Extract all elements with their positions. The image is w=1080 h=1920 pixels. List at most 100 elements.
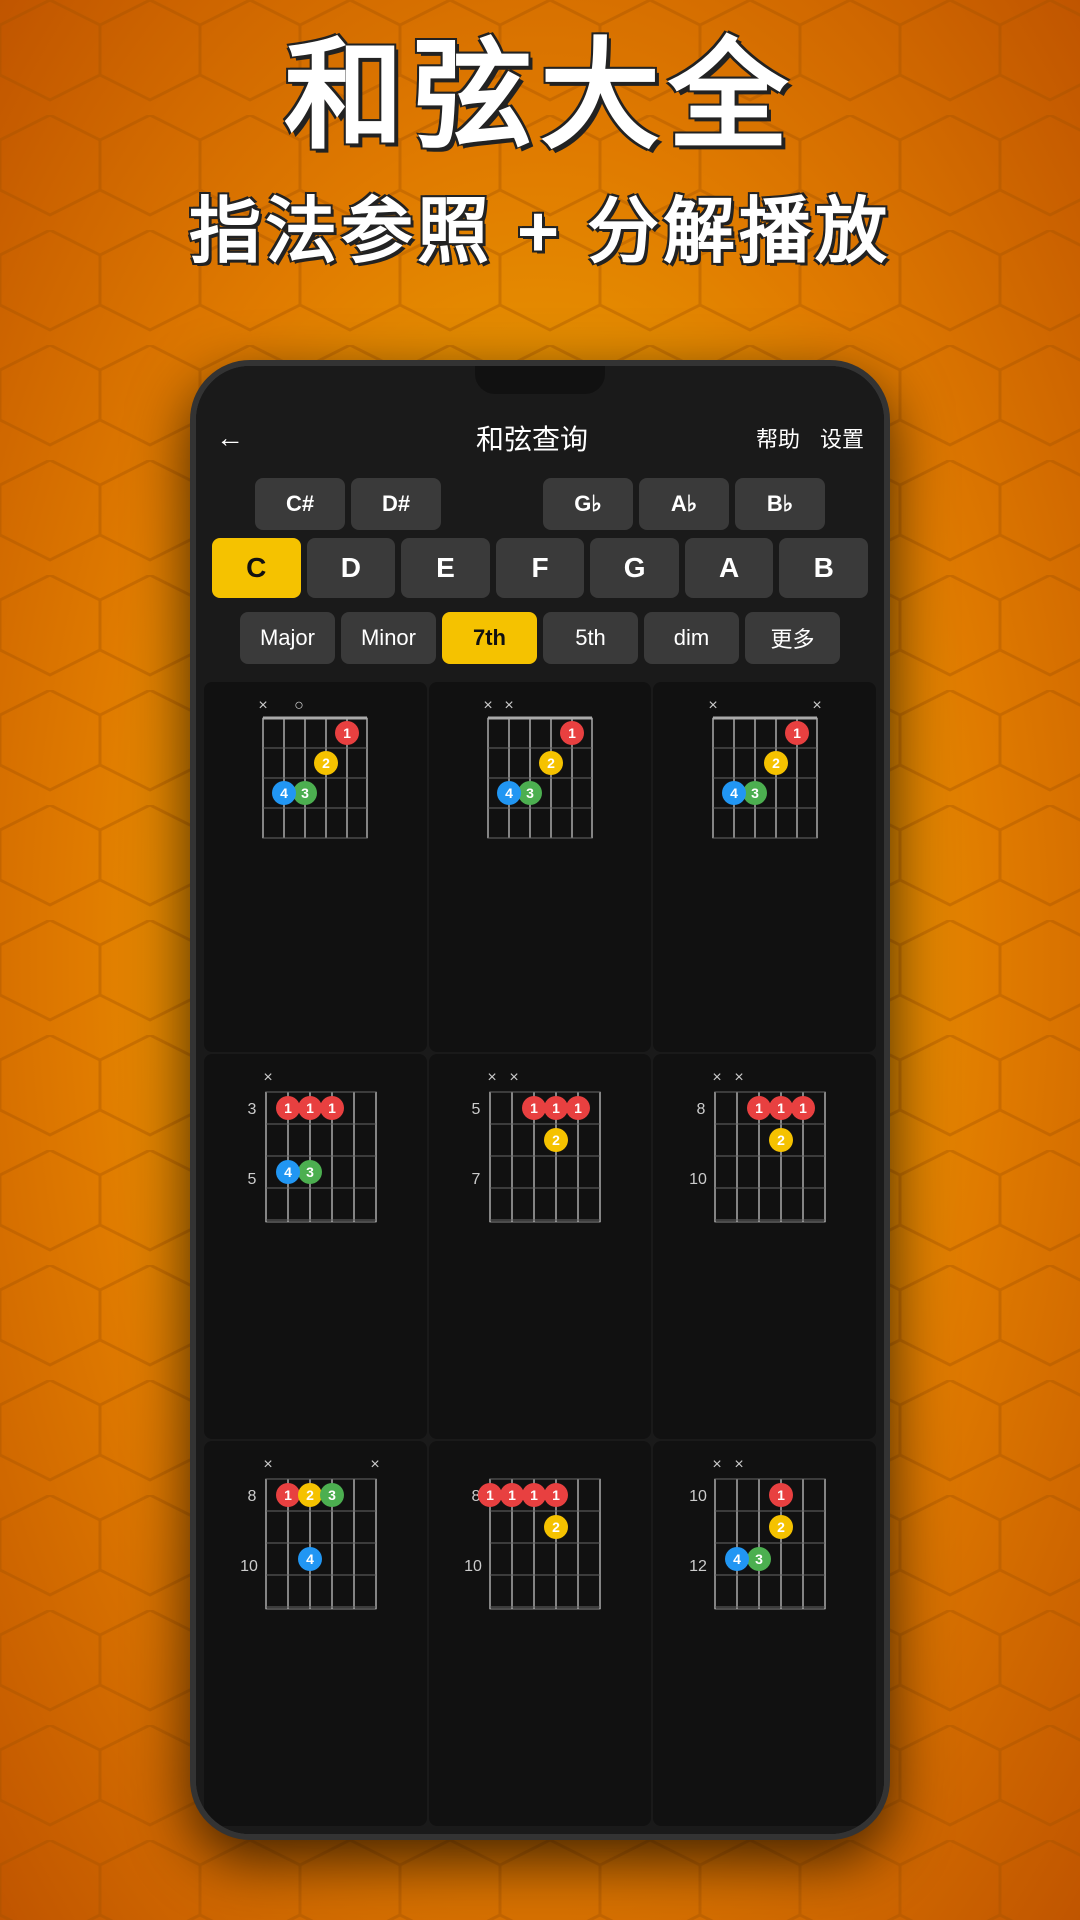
svg-text:2: 2 [553, 1519, 561, 1535]
svg-text:10: 10 [689, 1171, 707, 1188]
svg-text:5: 5 [247, 1171, 256, 1188]
svg-text:×: × [708, 697, 717, 714]
svg-text:1: 1 [487, 1487, 495, 1503]
svg-text:×: × [263, 1069, 272, 1086]
type-major[interactable]: Major [240, 612, 335, 664]
app-title: 和弦大全 [0, 30, 1080, 162]
svg-text:5: 5 [472, 1101, 481, 1118]
chord-card-2[interactable]: × × 1 [429, 682, 652, 1052]
key-f[interactable]: F [496, 538, 585, 598]
chord-card-1[interactable]: × ○ [204, 682, 427, 1052]
svg-text:1: 1 [531, 1487, 539, 1503]
key-g[interactable]: G [590, 538, 679, 598]
svg-text:1: 1 [284, 1487, 292, 1503]
svg-text:×: × [488, 1069, 497, 1086]
svg-text:8: 8 [247, 1488, 256, 1505]
svg-text:4: 4 [505, 785, 513, 801]
svg-text:3: 3 [301, 785, 309, 801]
chord-diagram-3: × × 1 [695, 690, 835, 860]
svg-text:×: × [259, 697, 268, 714]
svg-text:7: 7 [472, 1171, 481, 1188]
chord-card-7[interactable]: × × 8 10 [204, 1441, 427, 1826]
sharp-flat-key-row: C# D# G♭ A♭ B♭ [196, 470, 884, 534]
svg-text:2: 2 [777, 1519, 785, 1535]
svg-text:3: 3 [526, 785, 534, 801]
back-button[interactable]: ← [216, 422, 244, 454]
key-d[interactable]: D [307, 538, 396, 598]
nav-title: 和弦查询 [260, 418, 804, 458]
svg-text:10: 10 [689, 1488, 707, 1505]
navigation-bar: ← 和弦查询 帮助 设置 [196, 406, 884, 470]
key-a-flat[interactable]: A♭ [639, 478, 729, 530]
svg-text:×: × [263, 1456, 272, 1473]
chord-diagram-8: 8 10 1 [462, 1449, 617, 1634]
svg-text:4: 4 [284, 1164, 292, 1180]
chord-diagram-2: × × 1 [470, 690, 610, 860]
svg-text:3: 3 [247, 1101, 256, 1118]
type-more[interactable]: 更多 [745, 612, 840, 664]
svg-text:×: × [734, 1456, 743, 1473]
svg-text:×: × [812, 697, 821, 714]
help-button[interactable]: 帮助 [756, 422, 800, 454]
app-screen: ← 和弦查询 帮助 设置 C# D# G♭ A♭ B♭ C D E [196, 366, 884, 1834]
svg-text:1: 1 [777, 1100, 785, 1116]
chord-card-5[interactable]: × × 5 7 [429, 1054, 652, 1439]
svg-text:1: 1 [575, 1100, 583, 1116]
svg-text:4: 4 [280, 785, 288, 801]
key-g-flat[interactable]: G♭ [543, 478, 633, 530]
svg-text:4: 4 [733, 1551, 741, 1567]
svg-text:3: 3 [755, 1551, 763, 1567]
svg-text:3: 3 [751, 785, 759, 801]
svg-text:×: × [504, 697, 513, 714]
chord-diagram-1: × ○ [245, 690, 385, 860]
svg-text:1: 1 [509, 1487, 517, 1503]
phone-shell: ← 和弦查询 帮助 设置 C# D# G♭ A♭ B♭ C D E [190, 360, 890, 1840]
chord-card-6[interactable]: × × 8 10 [653, 1054, 876, 1439]
top-text-area: 和弦大全 指法参照 + 分解播放 [0, 30, 1080, 277]
svg-text:1: 1 [343, 725, 351, 741]
svg-text:○: ○ [294, 697, 304, 714]
key-c[interactable]: C [212, 538, 301, 598]
svg-text:2: 2 [306, 1487, 314, 1503]
svg-text:2: 2 [772, 755, 780, 771]
chord-diagram-4: × 3 5 [238, 1062, 393, 1247]
chord-diagram-9: × × 10 1 2 [687, 1449, 842, 1634]
chord-diagram-5: × × 5 7 [462, 1062, 617, 1247]
key-e[interactable]: E [401, 538, 490, 598]
svg-text:×: × [712, 1069, 721, 1086]
key-b-flat[interactable]: B♭ [735, 478, 825, 530]
type-dim[interactable]: dim [644, 612, 739, 664]
chord-card-8[interactable]: 8 10 1 [429, 1441, 652, 1826]
nav-actions: 帮助 设置 [756, 422, 864, 454]
chord-type-row: Major Minor 7th 5th dim 更多 [196, 606, 884, 674]
svg-text:2: 2 [553, 1132, 561, 1148]
svg-text:1: 1 [568, 725, 576, 741]
settings-button[interactable]: 设置 [820, 422, 864, 454]
svg-text:1: 1 [284, 1100, 292, 1116]
chord-card-9[interactable]: × × 10 1 2 [653, 1441, 876, 1826]
key-a[interactable]: A [685, 538, 774, 598]
key-c-sharp[interactable]: C# [255, 478, 345, 530]
app-subtitle: 指法参照 + 分解播放 [0, 172, 1080, 277]
key-b[interactable]: B [779, 538, 868, 598]
key-d-sharp[interactable]: D# [351, 478, 441, 530]
svg-text:×: × [510, 1069, 519, 1086]
svg-text:×: × [734, 1069, 743, 1086]
svg-text:×: × [712, 1456, 721, 1473]
chord-card-4[interactable]: × 3 5 [204, 1054, 427, 1439]
type-7th[interactable]: 7th [442, 612, 537, 664]
chord-diagram-6: × × 8 10 [687, 1062, 842, 1247]
svg-text:1: 1 [777, 1487, 785, 1503]
svg-text:1: 1 [531, 1100, 539, 1116]
type-5th[interactable]: 5th [543, 612, 638, 664]
chord-card-3[interactable]: × × 1 [653, 682, 876, 1052]
svg-text:1: 1 [793, 725, 801, 741]
svg-text:1: 1 [799, 1100, 807, 1116]
svg-text:1: 1 [306, 1100, 314, 1116]
natural-key-row: C D E F G A B [196, 534, 884, 606]
phone-wrapper: ← 和弦查询 帮助 设置 C# D# G♭ A♭ B♭ C D E [190, 360, 890, 1840]
svg-text:3: 3 [306, 1164, 314, 1180]
type-minor[interactable]: Minor [341, 612, 436, 664]
phone-notch [475, 366, 605, 394]
svg-text:1: 1 [328, 1100, 336, 1116]
